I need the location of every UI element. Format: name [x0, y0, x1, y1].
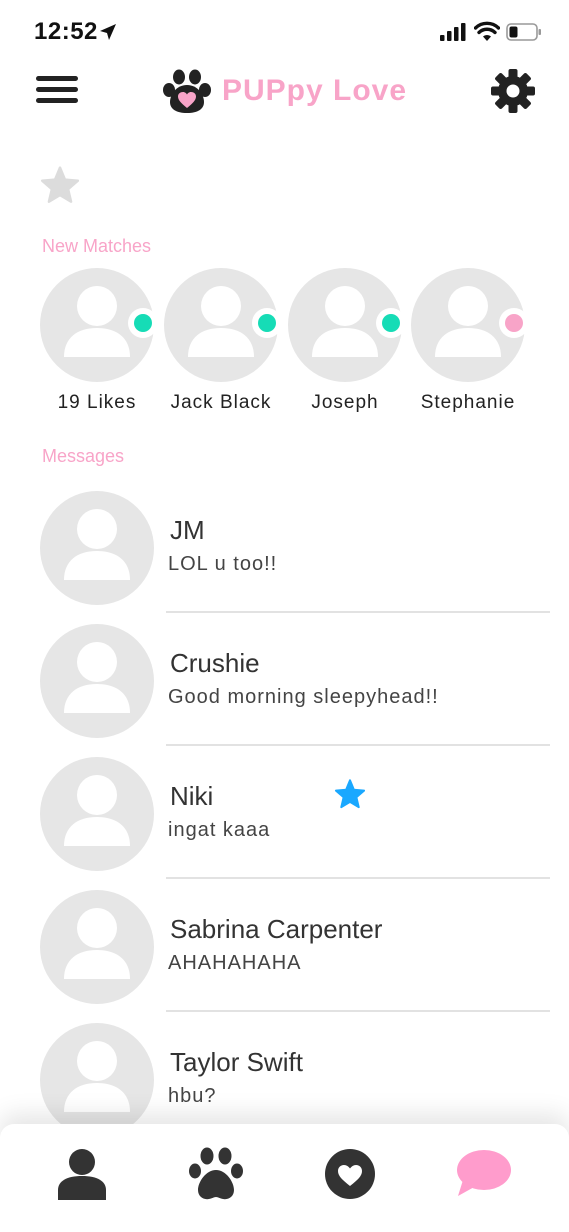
online-status-dot	[499, 308, 529, 338]
heart-icon[interactable]	[320, 1146, 380, 1202]
conversation-last-message: AHAHAHAHA	[168, 952, 302, 974]
conversation-row[interactable]: Sabrina Carpenter AHAHAHAHA	[40, 890, 550, 1023]
divider	[166, 611, 550, 613]
match-name: Joseph	[311, 392, 379, 413]
match-item[interactable]: 19 Likes	[40, 268, 164, 418]
conversation-row[interactable]: Niki ingat kaaa	[40, 757, 550, 890]
conversation-last-message: hbu?	[168, 1085, 217, 1107]
wifi-icon	[474, 21, 500, 41]
starred-star-icon[interactable]	[334, 779, 366, 809]
divider	[166, 744, 550, 746]
match-item[interactable]: Jack Black	[164, 268, 288, 418]
cellular-signal-icon	[440, 23, 466, 41]
hamburger-bar	[36, 98, 78, 103]
conversation-name: Crushie	[170, 648, 260, 678]
match-name: Stephanie	[420, 392, 516, 413]
conversation-name: Niki	[170, 781, 214, 811]
conversation-name: Sabrina Carpenter	[170, 914, 383, 944]
new-matches-label: New Matches	[42, 236, 152, 256]
status-time: 12:52	[34, 18, 98, 45]
favorites-star-icon[interactable]	[40, 166, 80, 204]
bottom-tab-bar	[0, 1124, 569, 1232]
status-bar: 12:52	[0, 0, 569, 60]
messages-label: Messages	[42, 446, 125, 466]
avatar-placeholder-icon	[40, 890, 154, 1004]
conversation-name: Taylor Swift	[170, 1047, 303, 1077]
online-status-dot	[252, 308, 282, 338]
menu-button[interactable]	[36, 72, 78, 108]
profile-icon[interactable]	[52, 1146, 112, 1202]
settings-gear-icon[interactable]	[490, 68, 536, 114]
conversation-last-message: Good morning sleepyhead!!	[168, 686, 439, 708]
online-status-dot	[128, 308, 158, 338]
hamburger-bar	[36, 87, 78, 92]
avatar-placeholder-icon	[40, 624, 154, 738]
paw-logo-icon	[163, 69, 211, 113]
conversation-last-message: LOL u too!!	[168, 553, 278, 575]
divider	[166, 877, 550, 879]
conversation-row[interactable]: JM LOL u too!!	[40, 491, 550, 624]
match-name: 19 Likes	[57, 392, 137, 413]
divider	[166, 1010, 550, 1012]
chat-icon[interactable]	[454, 1146, 514, 1202]
battery-icon	[506, 23, 541, 41]
online-status-dot	[376, 308, 406, 338]
match-name: Jack Black	[170, 392, 272, 413]
conversation-row[interactable]: Crushie Good morning sleepyhead!!	[40, 624, 550, 757]
avatar-placeholder-icon	[40, 491, 154, 605]
conversation-name: JM	[170, 515, 205, 545]
app-logo: PUPpy Love	[162, 68, 412, 116]
paw-icon[interactable]	[186, 1146, 246, 1202]
avatar-placeholder-icon	[40, 757, 154, 871]
conversation-last-message: ingat kaaa	[168, 819, 271, 841]
app-title: PUPpy Love	[222, 74, 408, 107]
hamburger-bar	[36, 76, 78, 81]
location-arrow-icon	[100, 24, 116, 40]
match-item[interactable]: Joseph	[288, 268, 412, 418]
match-item[interactable]: Stephanie	[411, 268, 535, 418]
avatar-placeholder-icon	[40, 1023, 154, 1137]
